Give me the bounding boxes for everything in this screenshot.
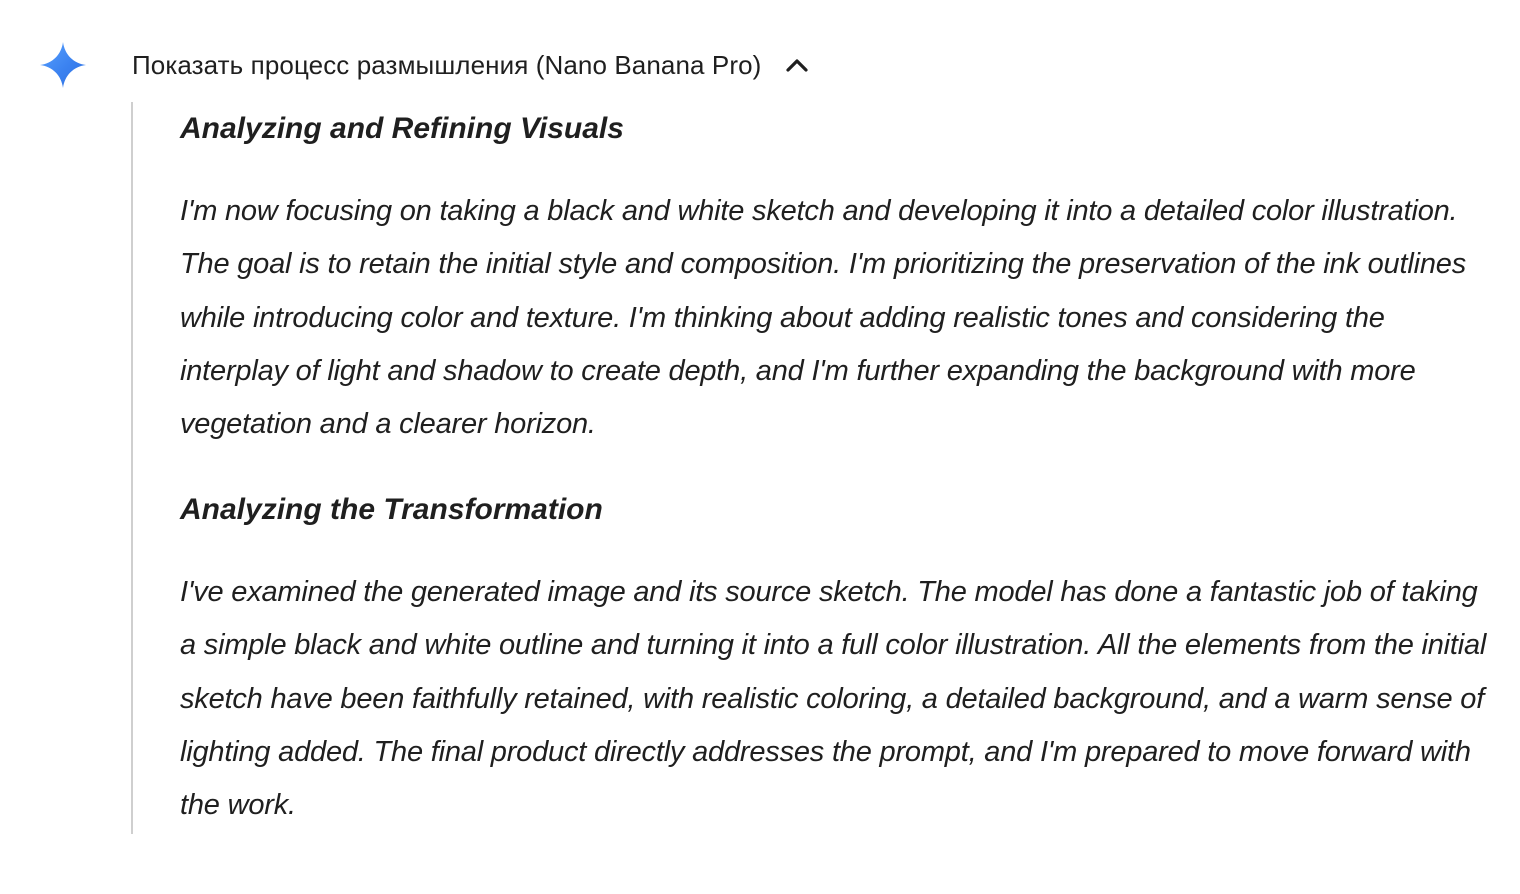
- chevron-up-icon[interactable]: [783, 51, 811, 79]
- thought-title: Analyzing the Transformation: [180, 493, 603, 526]
- thinking-toggle-label[interactable]: Показать процесс размышления (Nano Banan…: [132, 50, 761, 81]
- thinking-panel: Analyzing and Refining Visuals I'm now f…: [131, 102, 1503, 834]
- thought-body: I've examined the generated image and it…: [180, 576, 1487, 822]
- thought-title: Analyzing and Refining Visuals: [180, 112, 624, 145]
- thinking-toggle[interactable]: Показать процесс размышления (Nano Banan…: [132, 44, 811, 86]
- gemini-spark-icon: [40, 42, 86, 88]
- thought-body: I'm now focusing on taking a black and w…: [180, 195, 1466, 441]
